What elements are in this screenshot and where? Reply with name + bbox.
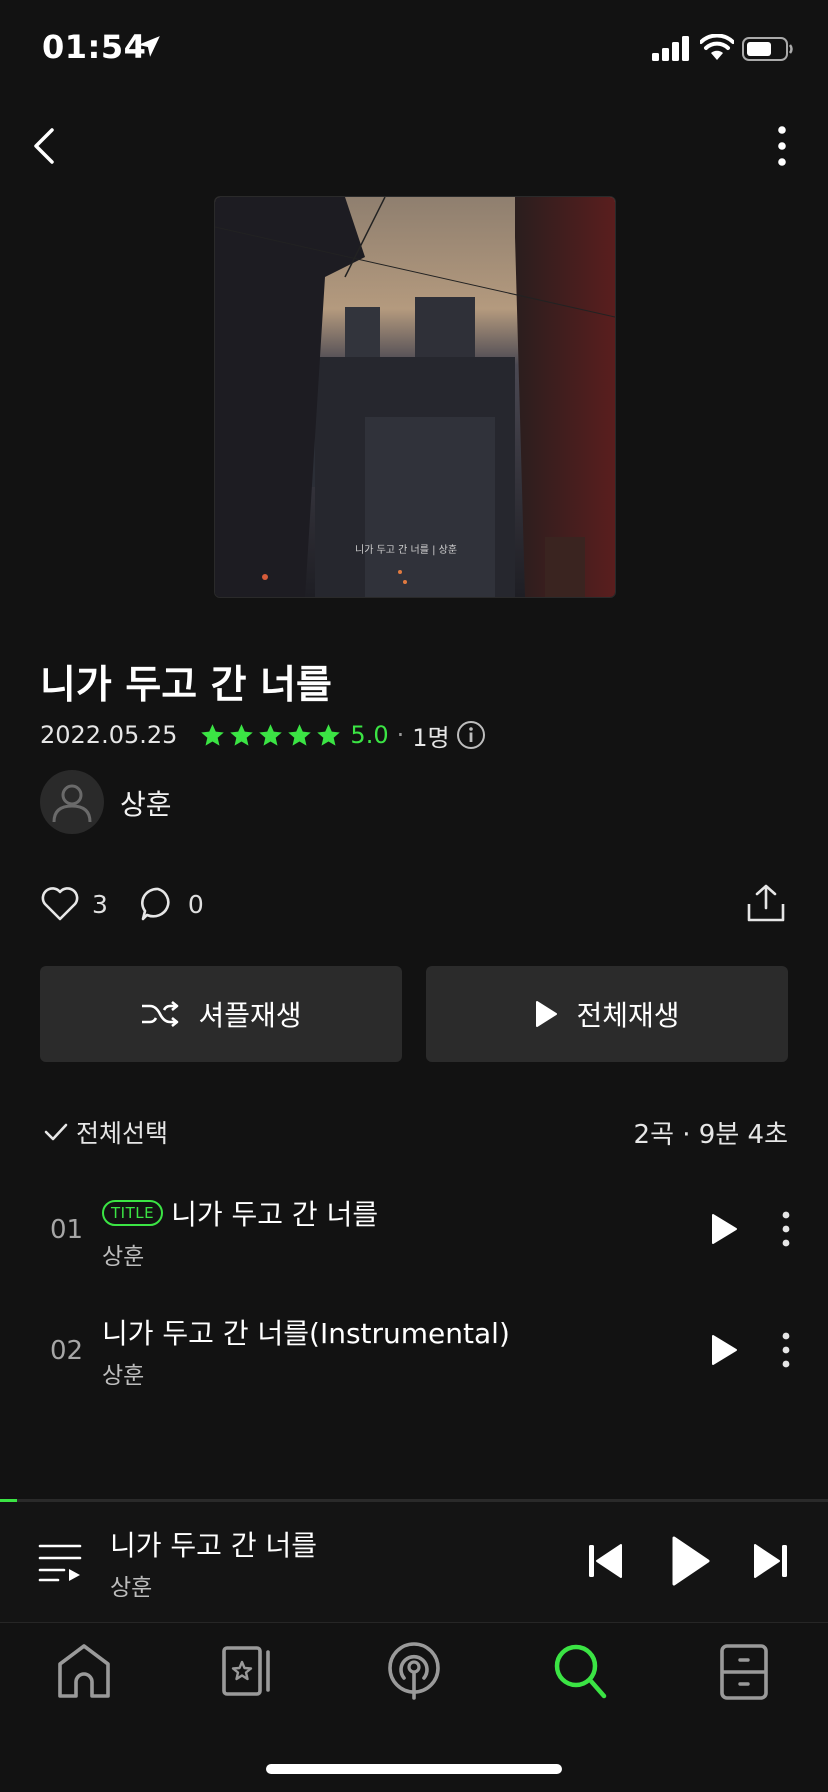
comment-count: 0 <box>187 889 204 919</box>
album-title: 니가 두고 간 너를 <box>40 663 332 708</box>
rating-count: 1명 <box>412 723 450 752</box>
comment-icon[interactable] <box>138 885 178 923</box>
album-meta: 2022.05.25 5.0 · 1명 <box>40 718 486 752</box>
play-all-label: 전체재생 <box>576 999 680 1032</box>
star-icon <box>259 723 283 746</box>
rating-stars <box>199 722 342 749</box>
track-more-button[interactable] <box>772 1330 800 1370</box>
track-play-button[interactable] <box>706 1332 740 1368</box>
cover-text: 니가 두고 간 너를 | 상훈 <box>355 543 457 556</box>
search-icon <box>554 1644 607 1699</box>
artist-avatar[interactable] <box>40 770 104 834</box>
next-track-button[interactable] <box>752 1542 790 1580</box>
track-summary: 2곡 · 9분 4초 <box>633 1119 788 1150</box>
star-icon <box>201 723 225 746</box>
star-icon <box>317 723 341 746</box>
tab-library[interactable] <box>218 1640 278 1704</box>
wifi-icon <box>700 34 734 60</box>
track-title-line: 니가 두고 간 너를(Instrumental) <box>102 1312 510 1352</box>
tab-podcast[interactable] <box>384 1640 444 1704</box>
home-indicator[interactable] <box>266 1764 562 1774</box>
mini-play-button[interactable] <box>668 1534 712 1588</box>
divider <box>0 1622 828 1623</box>
track-row[interactable]: 01 TITLE 니가 두고 간 너를 상훈 <box>0 1175 828 1285</box>
mini-player-title: 니가 두고 간 너를 <box>110 1529 318 1562</box>
track-number: 02 <box>50 1336 84 1366</box>
queue-list-button[interactable] <box>36 1540 84 1584</box>
shuffle-icon <box>142 1000 179 1028</box>
star-icon <box>288 723 312 746</box>
engagement-row: 3 0 <box>40 884 204 924</box>
cellular-signal-icon <box>652 36 689 61</box>
heart-icon[interactable] <box>40 885 80 923</box>
shuffle-play-button[interactable]: 셔플재생 <box>40 966 402 1062</box>
select-all-toggle[interactable]: 전체선택 <box>42 1114 168 1150</box>
home-icon <box>58 1644 110 1698</box>
track-title: 니가 두고 간 너를(Instrumental) <box>102 1317 510 1350</box>
track-artist: 상훈 <box>102 1363 145 1389</box>
battery-icon <box>742 37 793 61</box>
release-date: 2022.05.25 <box>40 721 178 749</box>
drawer-icon <box>720 1644 768 1700</box>
podcast-icon <box>388 1642 440 1700</box>
track-more-button[interactable] <box>772 1209 800 1249</box>
track-title-line: TITLE 니가 두고 간 너를 <box>102 1193 378 1233</box>
more-options-button[interactable] <box>764 122 800 170</box>
back-button[interactable] <box>24 122 68 170</box>
mini-player-artist: 상훈 <box>110 1575 153 1601</box>
share-button[interactable] <box>744 882 788 924</box>
star-card-icon <box>222 1646 270 1696</box>
album-cover: 니가 두고 간 너를 | 상훈 <box>214 196 616 598</box>
shuffle-label: 셔플재생 <box>198 999 302 1032</box>
select-all-label: 전체선택 <box>76 1119 169 1148</box>
play-icon <box>536 1001 558 1027</box>
rating-value: 5.0 <box>350 721 389 749</box>
previous-track-button[interactable] <box>586 1542 624 1580</box>
location-arrow-icon <box>138 36 160 57</box>
track-row[interactable]: 02 니가 두고 간 너를(Instrumental) 상훈 <box>0 1296 828 1406</box>
tab-search[interactable] <box>550 1640 610 1704</box>
info-icon[interactable] <box>456 720 486 750</box>
title-badge: TITLE <box>102 1200 164 1226</box>
track-artist: 상훈 <box>102 1244 145 1270</box>
track-number: 01 <box>50 1215 84 1245</box>
separator-dot: · <box>396 721 405 749</box>
like-count: 3 <box>92 889 108 919</box>
tab-storage[interactable] <box>714 1640 774 1704</box>
check-icon <box>44 1123 68 1141</box>
tab-home[interactable] <box>54 1640 114 1704</box>
status-time: 01:54 <box>42 28 147 66</box>
play-all-button[interactable]: 전체재생 <box>426 966 788 1062</box>
star-icon <box>230 723 254 746</box>
track-title: 니가 두고 간 너를 <box>171 1198 379 1231</box>
track-play-button[interactable] <box>706 1211 740 1247</box>
artist-name[interactable]: 상훈 <box>120 783 172 823</box>
